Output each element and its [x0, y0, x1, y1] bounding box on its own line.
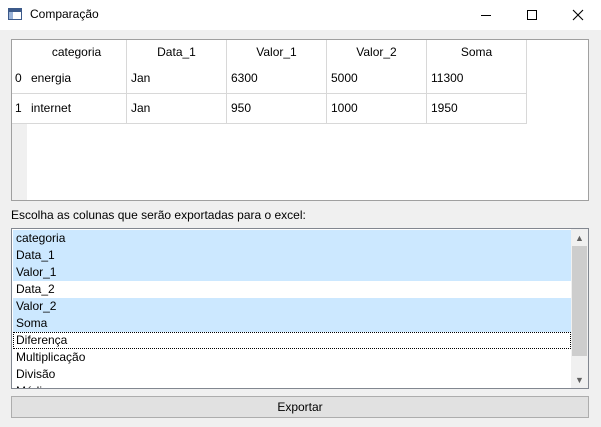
maximize-button[interactable]	[509, 0, 555, 30]
close-icon	[572, 9, 584, 21]
column-header[interactable]: Valor_1	[227, 40, 327, 64]
list-scrollbar[interactable]: ▲ ▼	[571, 229, 588, 388]
list-item[interactable]: categoria	[13, 230, 571, 247]
table-cell[interactable]: Jan	[127, 64, 227, 94]
list-item[interactable]: Valor_2	[13, 298, 571, 315]
column-header[interactable]: Soma	[427, 40, 527, 64]
row-header[interactable]: 1	[12, 94, 27, 124]
list-item[interactable]: Divisão	[13, 366, 571, 383]
list-item[interactable]: Data_2	[13, 281, 571, 298]
scroll-thumb[interactable]	[572, 246, 587, 356]
app-window-icon	[8, 8, 22, 20]
window-title: Comparação	[30, 7, 99, 21]
table-cell[interactable]: Jan	[127, 94, 227, 124]
export-columns-label: Escolha as colunas que serão exportadas …	[11, 208, 306, 222]
list-item[interactable]: Multiplicação	[13, 349, 571, 366]
export-button[interactable]: Exportar	[11, 396, 589, 418]
minimize-icon	[481, 14, 491, 16]
list-item[interactable]: Valor_1	[13, 264, 571, 281]
scroll-down-icon[interactable]: ▼	[571, 371, 588, 388]
table-cell[interactable]: energia	[27, 64, 127, 94]
list-item[interactable]: Soma	[13, 315, 571, 332]
close-button[interactable]	[555, 0, 601, 30]
column-header[interactable]: categoria	[27, 40, 127, 64]
table-cell[interactable]: internet	[27, 94, 127, 124]
list-item[interactable]: Média	[13, 383, 571, 388]
title-bar: Comparação	[0, 0, 601, 30]
table-cell[interactable]: 5000	[327, 64, 427, 94]
row-header[interactable]: 0	[12, 64, 27, 94]
scroll-up-icon[interactable]: ▲	[571, 229, 588, 246]
maximize-icon	[527, 10, 537, 20]
list-item[interactable]: Diferença	[13, 332, 571, 349]
main-window: Comparação categoria Data_1 Valor_1 Valor_2…	[0, 0, 601, 427]
table-cell[interactable]: 6300	[227, 64, 327, 94]
table-cell[interactable]: 11300	[427, 64, 527, 94]
columns-list[interactable]: categoria Data_1 Valor_1 Data_2 Valor_2 Soma D…	[11, 228, 589, 389]
table-cell[interactable]: 1950	[427, 94, 527, 124]
table-corner[interactable]	[12, 40, 27, 64]
minimize-button[interactable]	[463, 0, 509, 30]
table-cell[interactable]: 950	[227, 94, 327, 124]
table-cell[interactable]: 1000	[327, 94, 427, 124]
column-header[interactable]: Valor_2	[327, 40, 427, 64]
list-item[interactable]: Data_1	[13, 247, 571, 264]
data-table[interactable]: categoria Data_1 Valor_1 Valor_2 Soma 0 energ…	[11, 39, 589, 201]
column-header[interactable]: Data_1	[127, 40, 227, 64]
